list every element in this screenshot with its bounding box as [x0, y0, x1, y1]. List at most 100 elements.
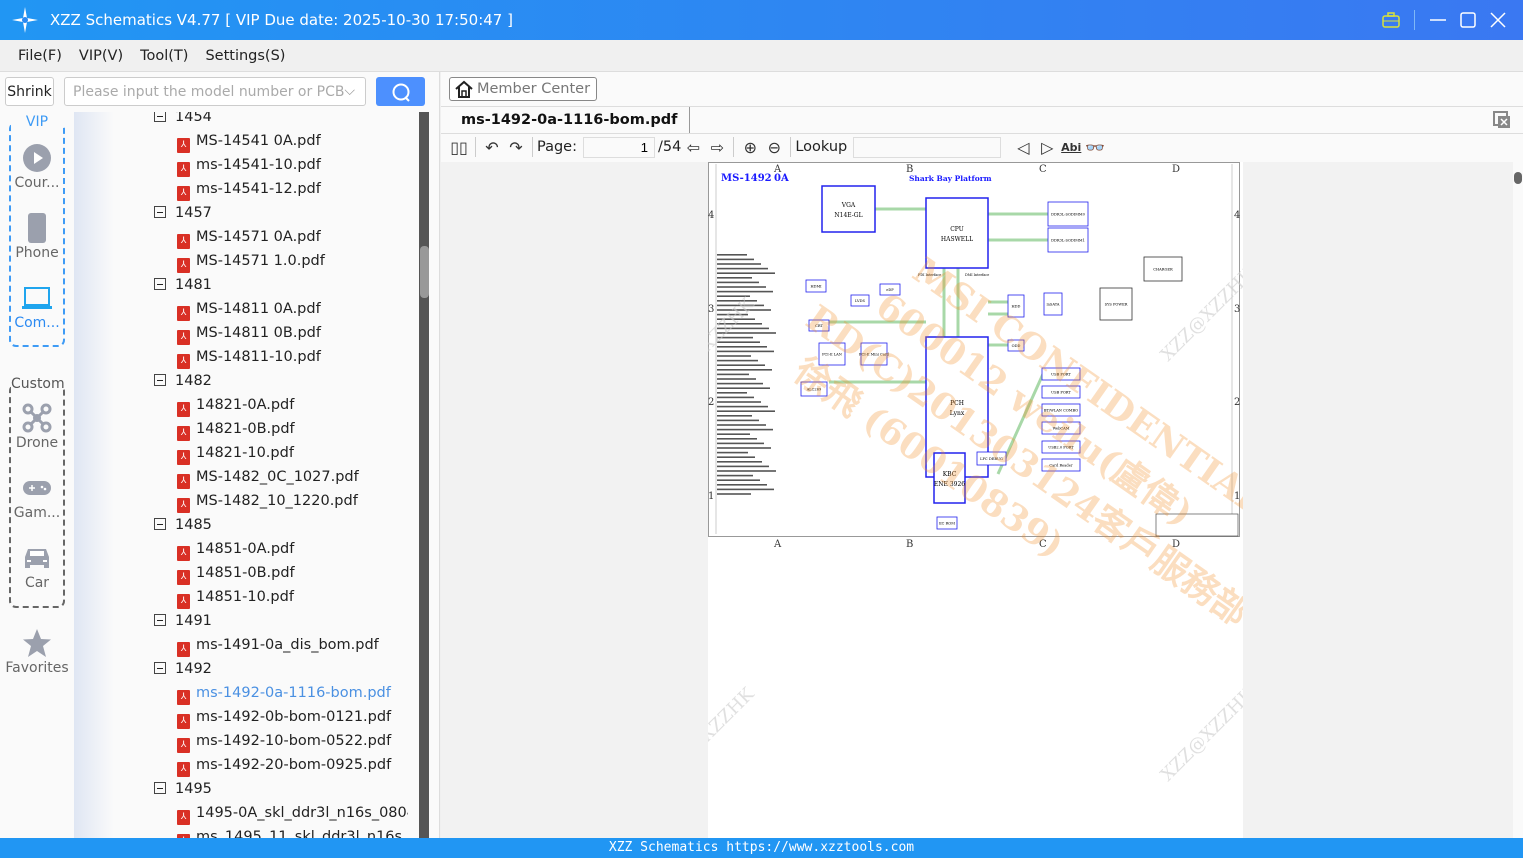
tree-folder[interactable]: 1482 [154, 369, 212, 393]
nav-gaming[interactable]: Gam... [0, 473, 74, 521]
shrink-button[interactable]: Shrink [5, 77, 54, 106]
next-page-icon[interactable]: ⇨ [705, 136, 729, 158]
file-label: ms_1495_11_skl_ddr3l_n16s_ddr [196, 829, 408, 838]
nav-car[interactable]: Car [0, 543, 74, 591]
collapse-icon[interactable] [154, 518, 166, 530]
close-button[interactable] [1483, 0, 1513, 40]
find-next-icon[interactable]: ▷ [1035, 136, 1059, 158]
tree-file[interactable]: ⅄ 14821-0B.pdf [177, 417, 295, 441]
tree-folder[interactable]: 1457 [154, 201, 212, 225]
scrollbar-thumb[interactable] [420, 246, 429, 298]
menu-vip[interactable]: VIP(V) [79, 48, 123, 64]
menu-settings[interactable]: Settings(S) [205, 48, 285, 64]
tree-file[interactable]: ⅄ 14851-0A.pdf [177, 537, 294, 561]
tree-folder[interactable]: 1485 [154, 513, 212, 537]
nav-computer[interactable]: Com... [0, 283, 74, 331]
nav-courses[interactable]: Cour... [0, 143, 74, 191]
block-label: DDR3L-SODIMM0 [1051, 213, 1085, 217]
toc-line [717, 359, 758, 362]
tree-file[interactable]: ⅄ ms-14541-12.pdf [177, 177, 321, 201]
col-label: D [1172, 164, 1180, 175]
watermark: XZZ@XZZHK [1157, 683, 1243, 785]
tree-file[interactable]: ⅄ MS-14811 0B.pdf [177, 321, 321, 345]
folder-label: 1492 [175, 661, 212, 677]
search-button[interactable] [376, 77, 425, 106]
collapse-icon[interactable] [154, 662, 166, 674]
tree-file[interactable]: ⅄ ms-1491-0a_dis_bom.pdf [177, 633, 379, 657]
menu-file[interactable]: File(F) [18, 48, 62, 64]
block-label: HDMI [810, 285, 822, 289]
tree-folder[interactable]: 1495 [154, 777, 212, 801]
collapse-icon[interactable] [154, 614, 166, 626]
collapse-icon[interactable] [154, 374, 166, 386]
tree-file[interactable]: ⅄ MS-14541 0A.pdf [177, 129, 321, 153]
collapse-icon[interactable] [154, 278, 166, 290]
tree-file[interactable]: ⅄ ms-14541-10.pdf [177, 153, 321, 177]
binoculars-icon[interactable]: 👓 [1083, 136, 1107, 158]
nav-favorites[interactable]: Favorites [0, 628, 74, 676]
collapse-icon[interactable] [154, 206, 166, 218]
collapse-icon[interactable] [154, 782, 166, 794]
rotate-left-icon[interactable]: ↶ [480, 136, 504, 158]
folder-label: 1481 [175, 277, 212, 293]
file-label: MS-14571 1.0.pdf [196, 253, 325, 269]
tree-file[interactable]: ⅄ MS-14811-10.pdf [177, 345, 321, 369]
find-previous-icon[interactable]: ◁ [1011, 136, 1035, 158]
tree-folder[interactable]: 1481 [154, 273, 212, 297]
file-label: 14821-0B.pdf [196, 421, 295, 437]
toc-line [717, 387, 770, 389]
tree-file[interactable]: ⅄ MS-1482_0C_1027.pdf [177, 465, 359, 489]
tree-file[interactable]: ⅄ MS-14571 0A.pdf [177, 225, 321, 249]
nav-label: Car [24, 575, 50, 591]
document-canvas[interactable]: A B C D A B C D 4 3 2 1 4 3 2 1 MS-1492 … [441, 162, 1513, 838]
zoom-out-icon[interactable]: ⊖ [762, 136, 786, 158]
viewer-scrollbar[interactable] [1513, 162, 1523, 838]
scrollbar-thumb[interactable] [1514, 172, 1522, 184]
tree-file[interactable]: ⅄ 14851-0B.pdf [177, 561, 295, 585]
zoom-in-icon[interactable]: ⊕ [738, 136, 762, 158]
close-all-tabs-icon[interactable] [1493, 111, 1511, 133]
rotate-right-icon[interactable]: ↷ [504, 136, 528, 158]
tree-scrollbar[interactable]: ^ [408, 112, 430, 838]
chevron-down-icon[interactable]: ⌵ [344, 83, 355, 99]
previous-page-icon[interactable]: ⇦ [681, 136, 705, 158]
tree-file[interactable]: ⅄ ms-1492-0b-bom-0121.pdf [177, 705, 391, 729]
tree-file[interactable]: ⅄ MS-14571 1.0.pdf [177, 249, 325, 273]
toc-line [717, 493, 751, 495]
model-search-input[interactable]: Please input the model number or PCB ⌵ [64, 77, 366, 106]
tree-file[interactable]: ⅄ 14821-0A.pdf [177, 393, 294, 417]
tree-file[interactable]: ⅄ ms-1492-0a-1116-bom.pdf [177, 681, 391, 705]
tab-document[interactable]: ms-1492-0a-1116-bom.pdf [441, 107, 691, 133]
tree-file[interactable]: ⅄ MS-14811 0A.pdf [177, 297, 321, 321]
title-bar: XZZ Schematics V4.77 [ VIP Due date: 202… [0, 0, 1523, 40]
tree-file[interactable]: ⅄ 14821-10.pdf [177, 441, 294, 465]
tree-file[interactable]: ⅄ ms-1492-20-bom-0925.pdf [177, 753, 391, 777]
nav-drone[interactable]: Drone [0, 403, 74, 451]
maximize-button[interactable] [1453, 0, 1483, 40]
lookup-label: Lookup [795, 139, 848, 155]
tree-file[interactable]: ⅄ ms-1492-10-bom-0522.pdf [177, 729, 391, 753]
tree-folder[interactable]: 1492 [154, 657, 212, 681]
menu-tool[interactable]: Tool(T) [140, 48, 188, 64]
minimize-button[interactable] [1423, 0, 1453, 40]
file-label: MS-14811 0B.pdf [196, 325, 321, 341]
match-text-icon[interactable]: Abi [1059, 136, 1083, 158]
nav-phone[interactable]: Phone [0, 213, 74, 261]
tree-folder[interactable]: 1454 [154, 112, 212, 129]
lookup-input[interactable] [853, 136, 1002, 158]
collapse-icon[interactable] [154, 112, 166, 122]
pdf-file-icon: ⅄ [177, 498, 190, 513]
page-input[interactable] [583, 136, 655, 158]
member-center-button[interactable]: Member Center [449, 77, 598, 101]
tree-file[interactable]: ⅄ 1495-0A_skl_ddr3l_n16s_0804.pdf [177, 801, 408, 825]
briefcase-icon[interactable] [1376, 0, 1406, 40]
pdf-file-icon: ⅄ [177, 162, 190, 177]
tree-file[interactable]: ⅄ 14851-10.pdf [177, 585, 294, 609]
dual-page-icon[interactable]: ▯▯ [447, 136, 471, 158]
tree-file[interactable]: ⅄ MS-1482_10_1220.pdf [177, 489, 358, 513]
tree-folder[interactable]: 1491 [154, 609, 212, 633]
pdf-file-icon: ⅄ [177, 714, 190, 729]
tree-file[interactable]: ⅄ms_1495_11_skl_ddr3l_n16s_ddr [177, 825, 408, 838]
viewer-toolbar: ▯▯ ↶ ↷ Page: /54 ⇦ ⇨ ⊕ ⊖ Lookup ◁ ▷ Abi … [441, 134, 1523, 160]
file-label: 14851-0A.pdf [196, 541, 295, 557]
